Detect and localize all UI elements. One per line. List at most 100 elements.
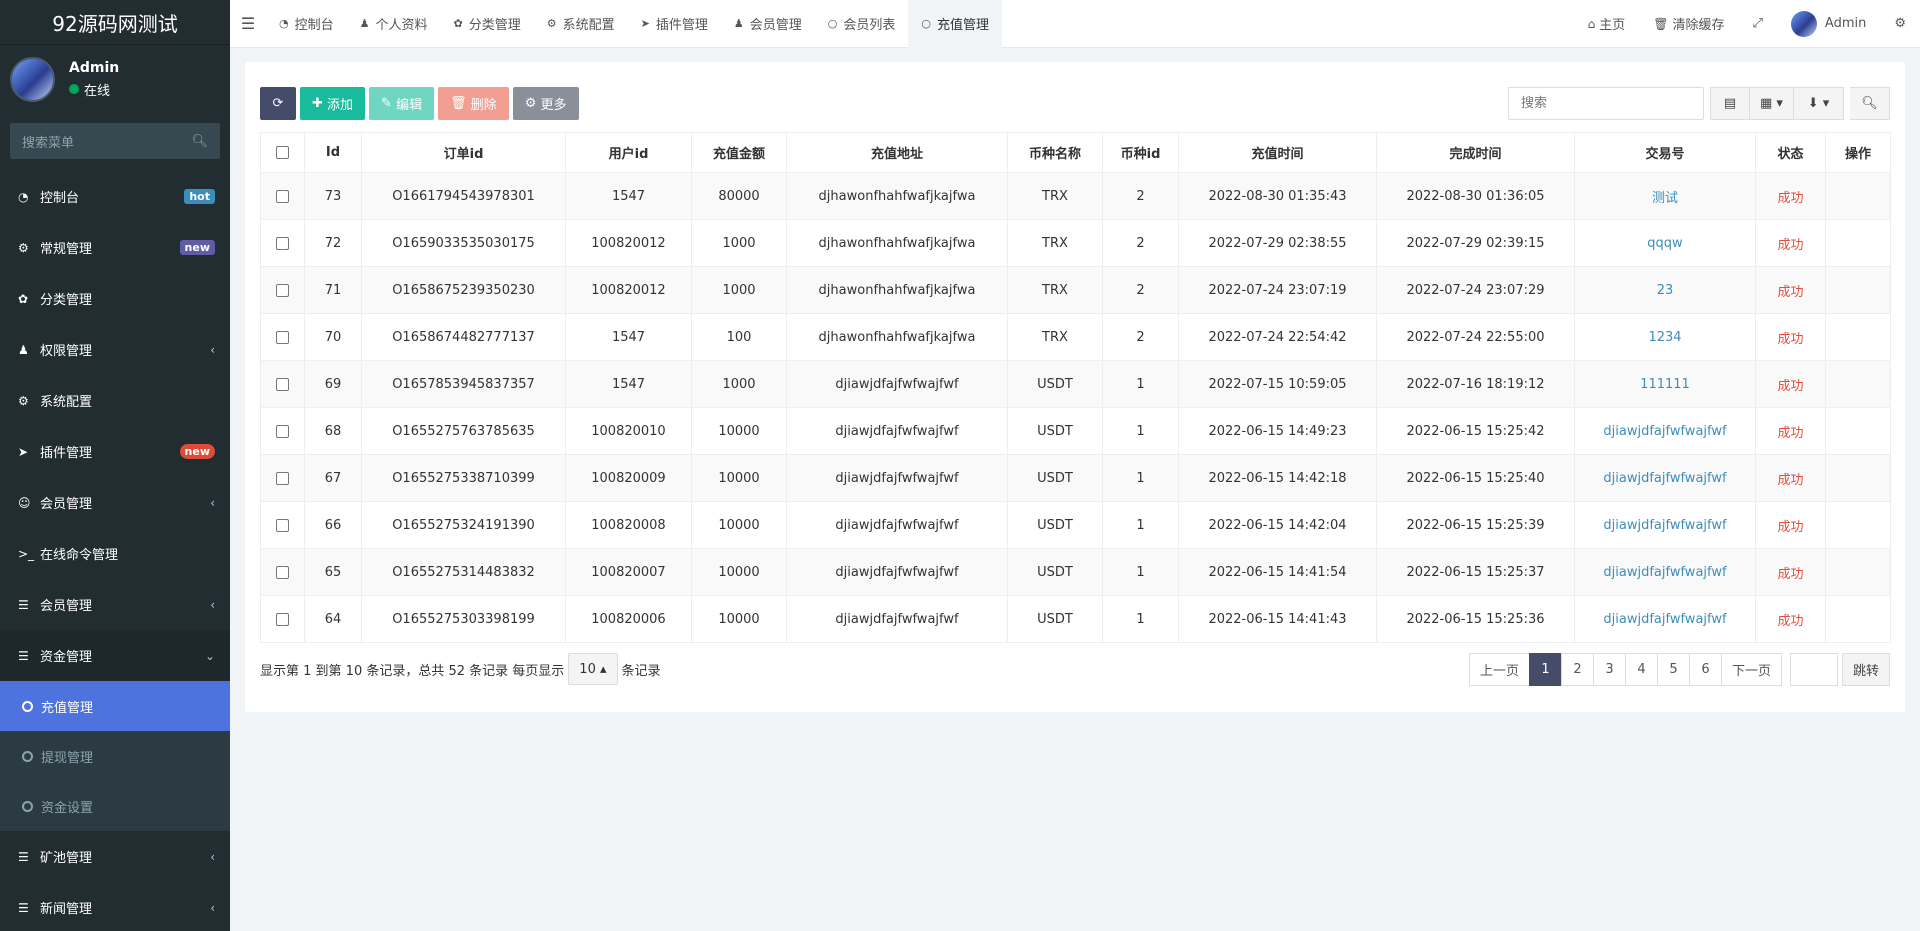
cell-tx-hash[interactable]: 23 — [1574, 266, 1756, 314]
row-checkbox[interactable] — [260, 219, 305, 267]
cell-complete-time: 2022-07-29 02:39:15 — [1376, 219, 1575, 267]
menu-toggle-icon[interactable]: ☰ — [230, 14, 266, 33]
column-header[interactable]: 充值时间 — [1178, 132, 1377, 173]
jump-button[interactable]: 跳转 — [1841, 652, 1890, 686]
cell-tx-hash[interactable]: djiawjdfajfwfwajfwf — [1574, 595, 1756, 643]
row-checkbox[interactable] — [260, 595, 305, 643]
sidebar-item-dashboard[interactable]: ◔ 控制台 hot — [0, 171, 230, 222]
table-row[interactable]: 71 O1658675239350230 100820012 1000 djhawonf… — [260, 266, 1891, 314]
tab-dashboard[interactable]: ◔ 控制台 — [266, 0, 347, 48]
tab-member-list[interactable]: ○ 会员列表 — [815, 0, 909, 48]
column-header[interactable]: 充值地址 — [786, 132, 1008, 173]
sidebar-item-funds[interactable]: ☰ 资金管理 ⌄ — [0, 630, 230, 681]
column-header[interactable]: 交易号 — [1574, 132, 1756, 173]
page-button[interactable]: 6 — [1688, 652, 1722, 686]
row-checkbox[interactable] — [260, 454, 305, 502]
tab-members[interactable]: ♟ 会员管理 — [721, 0, 815, 48]
add-button[interactable]: ✚ 添加 — [300, 87, 366, 120]
sidebar-item-general[interactable]: ⚙ 常规管理 new — [0, 222, 230, 273]
cell-tx-hash[interactable]: djiawjdfajfwfwajfwf — [1574, 548, 1756, 596]
refresh-button[interactable]: ⟳ — [260, 87, 296, 120]
row-checkbox[interactable] — [260, 266, 305, 314]
cell-tx-hash[interactable]: djiawjdfajfwfwajfwf — [1574, 454, 1756, 502]
column-header[interactable]: Id — [304, 132, 362, 173]
column-header[interactable]: 币种id — [1102, 132, 1179, 173]
row-checkbox[interactable] — [260, 360, 305, 408]
table-row[interactable]: 70 O1658674482777137 1547 100 djhawonfhahfwa… — [260, 313, 1891, 361]
avatar — [1790, 10, 1817, 37]
tab-plugins[interactable]: ➤ 插件管理 — [628, 0, 721, 48]
sidebar-item-members-2[interactable]: ☰ 会员管理 ‹ — [0, 579, 230, 630]
sidebar-item-system-config[interactable]: ⚙ 系统配置 — [0, 375, 230, 426]
next-page-button[interactable]: 下一页 — [1720, 652, 1782, 686]
home-link[interactable]: ⌂ 主页 — [1574, 14, 1640, 34]
content-panel: ⟳ ✚ 添加 ✎ 编辑 🗑︎ 删除 ⚙ 更多 ▤ ▦ ▾ ⬇ ▾ 🔍︎ Id 订… — [245, 62, 1905, 712]
sidebar-item-fund-settings[interactable]: 资金设置 — [0, 781, 230, 831]
delete-button[interactable]: 🗑︎ 删除 — [438, 87, 509, 120]
table-row[interactable]: 66 O1655275324191390 100820008 10000 djiawjd… — [260, 501, 1891, 549]
gear-icon[interactable]: ⚙ — [1880, 16, 1920, 31]
table-row[interactable]: 72 O1659033535030175 100820012 1000 djhawonf… — [260, 219, 1891, 267]
column-header[interactable]: 完成时间 — [1376, 132, 1575, 173]
row-checkbox[interactable] — [260, 501, 305, 549]
sidebar-item-withdraw[interactable]: 提现管理 — [0, 731, 230, 781]
menu-search-input[interactable]: 搜索菜单 🔍︎ — [10, 123, 220, 159]
sidebar-item-recharge[interactable]: 充值管理 — [0, 681, 230, 731]
export-button[interactable]: ⬇ ▾ — [1794, 87, 1844, 120]
cell-tx-hash[interactable]: 1234 — [1574, 313, 1756, 361]
fullscreen-icon[interactable]: ⤢ — [1739, 16, 1777, 31]
row-checkbox[interactable] — [260, 407, 305, 455]
sidebar-item-plugins[interactable]: ➤ 插件管理 new — [0, 426, 230, 477]
column-header[interactable]: 用户id — [565, 132, 692, 173]
column-header[interactable]: 币种名称 — [1007, 132, 1103, 173]
page-button[interactable]: 2 — [1560, 652, 1594, 686]
column-header[interactable]: 状态 — [1755, 132, 1826, 173]
app-logo[interactable]: 92源码网测试 — [0, 0, 230, 45]
table-row[interactable]: 69 O1657853945837357 1547 1000 djiawjdfajfwf… — [260, 360, 1891, 408]
sidebar-item-news[interactable]: ☰ 新闻管理 ‹ — [0, 882, 230, 931]
toggle-view-button[interactable]: ▤ — [1710, 87, 1750, 120]
search-button[interactable]: 🔍︎ — [1850, 87, 1890, 120]
sidebar-item-online-command[interactable]: >_ 在线命令管理 — [0, 528, 230, 579]
sidebar-item-members[interactable]: ☺ 会员管理 ‹ — [0, 477, 230, 528]
page-size-select[interactable]: 10 ▴ — [568, 653, 618, 685]
cell-tx-hash[interactable]: 测试 — [1574, 172, 1756, 220]
table-row[interactable]: 73 O1661794543978301 1547 80000 djhawonfhahf… — [260, 172, 1891, 220]
cell-tx-hash[interactable]: djiawjdfajfwfwajfwf — [1574, 407, 1756, 455]
sidebar-item-permission[interactable]: ♟ 权限管理 ‹ — [0, 324, 230, 375]
page-button[interactable]: 4 — [1624, 652, 1658, 686]
column-header[interactable]: 订单id — [361, 132, 566, 173]
sidebar-item-category[interactable]: ✿ 分类管理 — [0, 273, 230, 324]
more-button[interactable]: ⚙ 更多 — [512, 87, 579, 120]
table-search-input[interactable] — [1508, 87, 1704, 120]
edit-button[interactable]: ✎ 编辑 — [369, 87, 435, 120]
page-button[interactable]: 3 — [1592, 652, 1626, 686]
tab-category[interactable]: ✿ 分类管理 — [441, 0, 534, 48]
admin-menu[interactable]: Admin — [1777, 10, 1880, 37]
clear-cache-button[interactable]: 🗑︎ 清除缓存 — [1639, 14, 1738, 34]
page-button[interactable]: 5 — [1656, 652, 1690, 686]
sidebar-item-mining-pool[interactable]: ☰ 矿池管理 ‹ — [0, 831, 230, 882]
table-row[interactable]: 67 O1655275338710399 100820009 10000 djiawjd… — [260, 454, 1891, 502]
columns-button[interactable]: ▦ ▾ — [1750, 87, 1794, 120]
cell-tx-hash[interactable]: 111111 — [1574, 360, 1756, 408]
jump-page-input[interactable] — [1789, 652, 1838, 686]
avatar[interactable] — [10, 56, 55, 102]
tab-system-config[interactable]: ⚙ 系统配置 — [534, 0, 628, 48]
column-header[interactable]: 充值金额 — [691, 132, 787, 173]
prev-page-button[interactable]: 上一页 — [1468, 652, 1530, 686]
table-row[interactable]: 64 O1655275303398199 100820006 10000 djiawjd… — [260, 595, 1891, 643]
tab-profile[interactable]: ♟ 个人资料 — [347, 0, 441, 48]
table-row[interactable]: 65 O1655275314483832 100820007 10000 djiawjd… — [260, 548, 1891, 596]
cell-tx-hash[interactable]: djiawjdfajfwfwajfwf — [1574, 501, 1756, 549]
row-checkbox[interactable] — [260, 313, 305, 361]
column-header[interactable]: 操作 — [1825, 132, 1891, 173]
table-row[interactable]: 68 O1655275763785635 100820010 10000 djiawjd… — [260, 407, 1891, 455]
row-checkbox[interactable] — [260, 172, 305, 220]
row-checkbox[interactable] — [260, 548, 305, 596]
page-button[interactable]: 1 — [1528, 652, 1562, 686]
tab-recharge[interactable]: ○ 充值管理 — [908, 0, 1003, 48]
select-all-checkbox[interactable] — [260, 132, 305, 173]
search-icon[interactable]: 🔍︎ — [191, 134, 208, 149]
cell-tx-hash[interactable]: qqqw — [1574, 219, 1756, 267]
